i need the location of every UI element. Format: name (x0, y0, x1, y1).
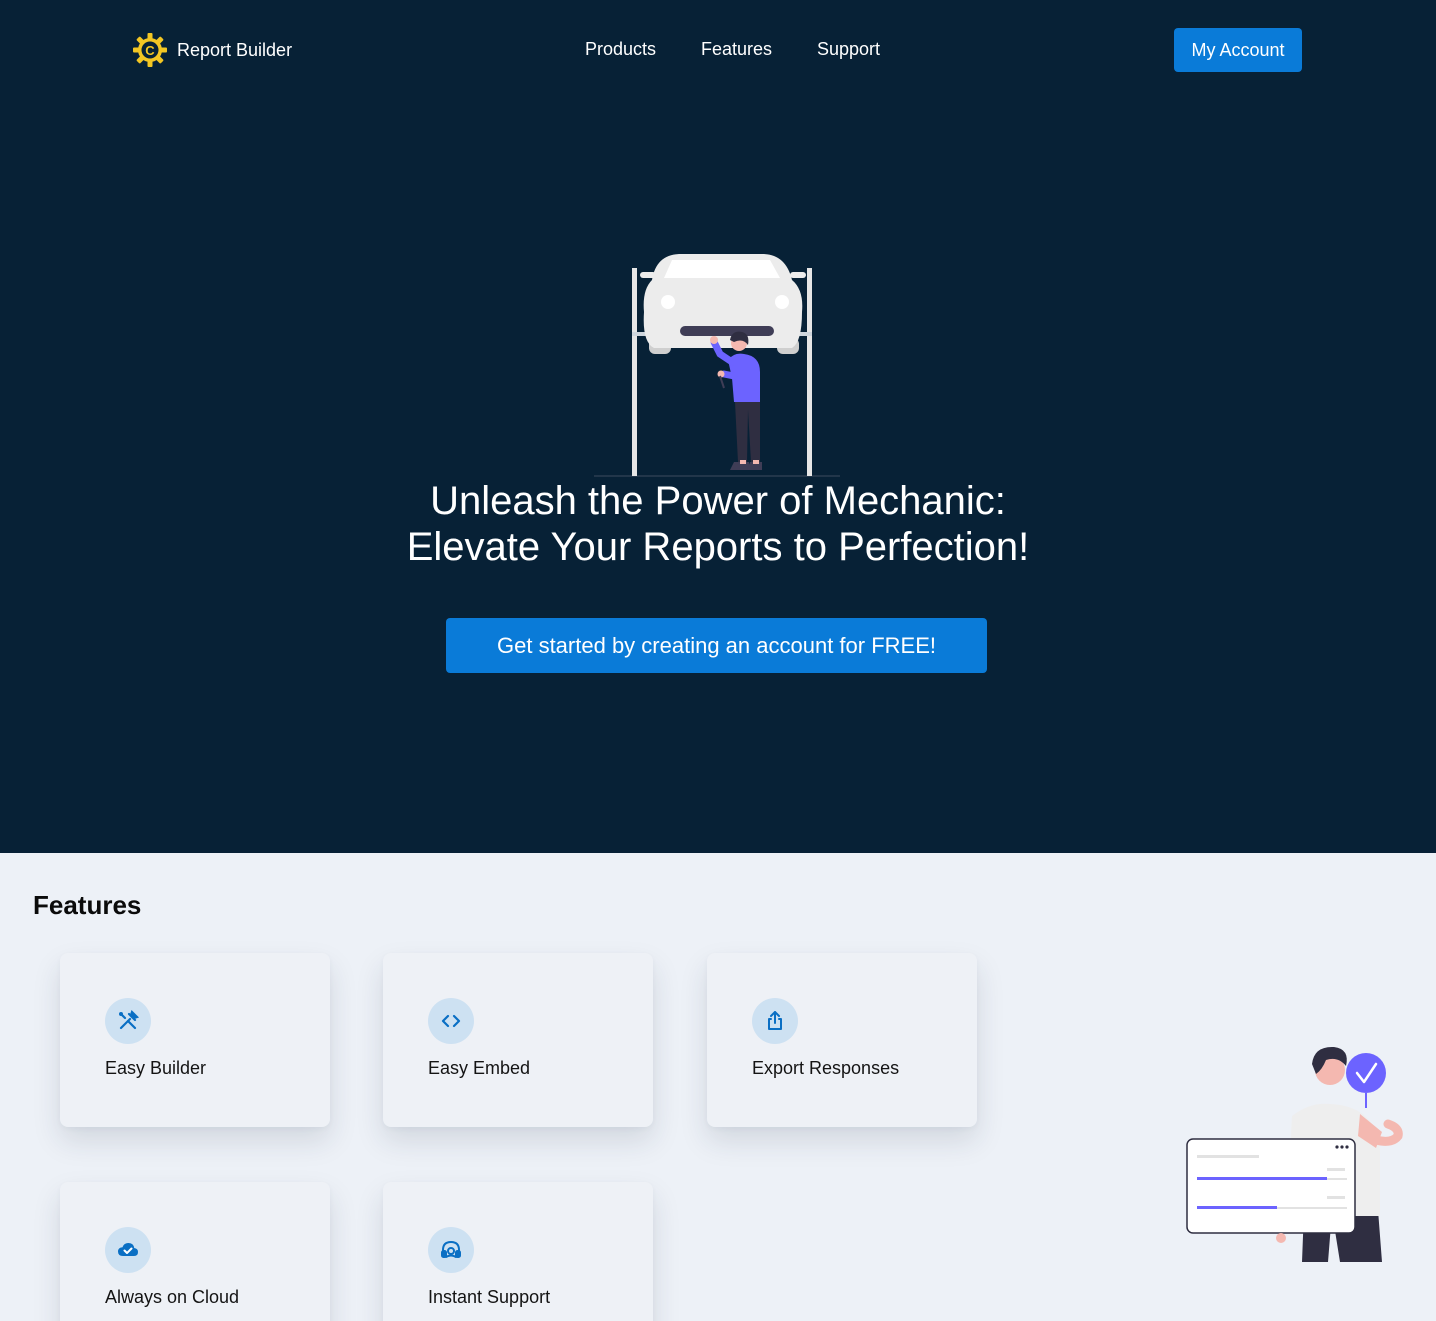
nav-link-support[interactable]: Support (817, 39, 880, 60)
code-icon (428, 998, 474, 1044)
feature-label: Export Responses (752, 1058, 900, 1078)
feature-label: Always on Cloud (105, 1287, 240, 1307)
gear-c-logo-icon: C (133, 33, 167, 67)
brand-link[interactable]: C Report Builder (132, 31, 292, 69)
hero-title-line-1: Unleash the Power of Mechanic: (430, 479, 1006, 523)
hero-title-line-2: Elevate Your Reports to Perfection! (406, 525, 1030, 569)
share-export-icon (752, 998, 798, 1044)
mechanic-under-car-illustration (594, 254, 840, 477)
feature-card-easy-builder[interactable]: Easy Builder (60, 953, 330, 1127)
feature-label: Instant Support (428, 1287, 551, 1307)
feature-label: Easy Embed (428, 1058, 531, 1078)
hero-section: C Report Builder Products Features Suppo… (0, 0, 1436, 853)
nav-link-features[interactable]: Features (701, 39, 772, 60)
feature-card-instant-support[interactable]: Instant Support (383, 1182, 653, 1321)
create-account-cta-button[interactable]: Get started by creating an account for F… (446, 618, 987, 673)
top-navigation: C Report Builder Products Features Suppo… (0, 0, 1436, 100)
cloud-check-icon (105, 1227, 151, 1273)
my-account-button[interactable]: My Account (1174, 28, 1302, 72)
nav-link-products[interactable]: Products (585, 39, 656, 60)
hero-title: Unleash the Power of Mechanic: Elevate Y… (318, 478, 1118, 570)
feature-card-easy-embed[interactable]: Easy Embed (383, 953, 653, 1127)
tools-icon (105, 998, 151, 1044)
svg-text:C: C (145, 43, 155, 58)
feature-card-export-responses[interactable]: Export Responses (707, 953, 977, 1127)
features-heading: Features (33, 890, 142, 920)
brand-name: Report Builder (177, 39, 293, 60)
person-with-checkmark-illustration (1186, 1046, 1403, 1262)
feature-label: Easy Builder (105, 1058, 207, 1078)
feature-card-always-on-cloud[interactable]: Always on Cloud (60, 1182, 330, 1321)
headset-icon (428, 1227, 474, 1273)
